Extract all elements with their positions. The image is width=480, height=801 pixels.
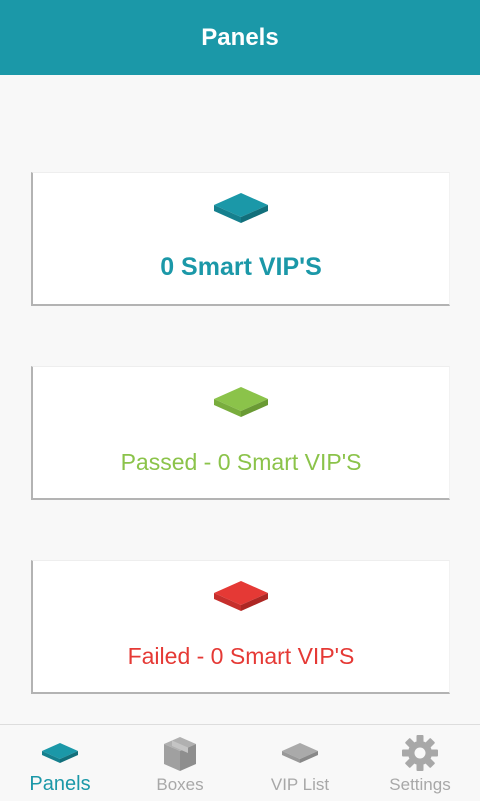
- failed-vips-card[interactable]: Failed - 0 Smart VIP'S: [31, 560, 450, 694]
- panel-icon: [214, 193, 268, 223]
- tab-label: Boxes: [156, 775, 204, 794]
- bottom-tab-bar: Panels Boxes VIP List Settings: [0, 724, 480, 801]
- box-icon: [164, 737, 196, 771]
- tab-label: VIP List: [270, 775, 330, 794]
- panel-icon: [42, 743, 78, 763]
- panel-icon: [282, 743, 318, 763]
- failed-vips-label: Failed - 0 Smart VIP'S: [127, 643, 355, 669]
- page-title: Panels: [201, 23, 279, 51]
- total-vips-card[interactable]: 0 Smart VIP'S: [31, 172, 450, 306]
- panel-icon: [214, 387, 268, 417]
- tab-label: Settings: [389, 775, 451, 794]
- passed-vips-card[interactable]: Passed - 0 Smart VIP'S: [31, 366, 450, 500]
- tab-vip-list[interactable]: VIP List: [240, 725, 360, 801]
- tab-panels[interactable]: Panels: [0, 725, 120, 801]
- app-header: Panels: [0, 0, 480, 75]
- total-vips-label: 0 Smart VIP'S: [160, 253, 322, 281]
- tab-label: Panels: [29, 773, 91, 795]
- tab-boxes[interactable]: Boxes: [120, 725, 240, 801]
- gear-icon: [402, 735, 438, 771]
- passed-vips-label: Passed - 0 Smart VIP'S: [120, 449, 362, 475]
- tab-settings[interactable]: Settings: [360, 725, 480, 801]
- panel-icon: [214, 581, 268, 611]
